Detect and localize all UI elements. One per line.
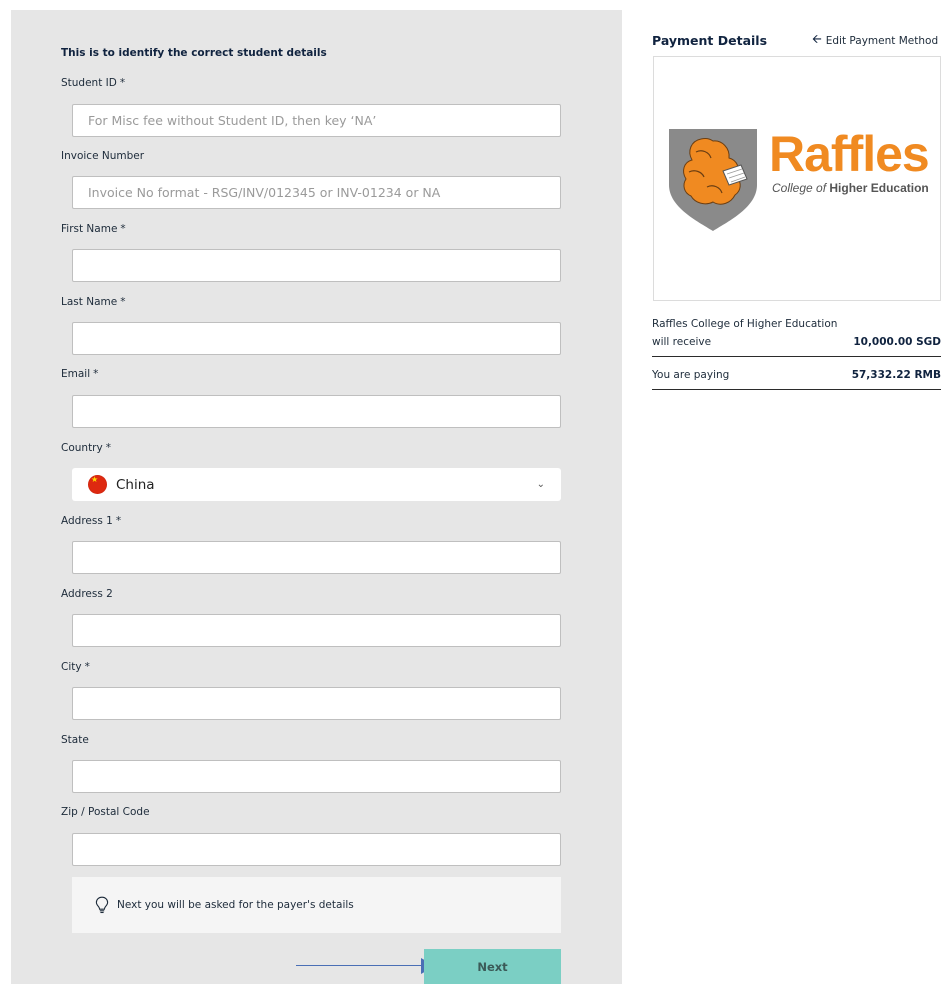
- paying-amount: 57,332.22 RMB: [851, 369, 941, 381]
- edit-payment-method-label: Edit Payment Method: [825, 34, 939, 47]
- raffles-subtitle: College of Higher Education: [772, 181, 929, 195]
- next-button[interactable]: Next: [424, 949, 561, 984]
- email-input[interactable]: [72, 395, 561, 428]
- lightbulb-icon: [95, 896, 109, 914]
- invoice-number-label: Invoice Number: [61, 150, 145, 162]
- paying-row: You are paying 57,332.22 RMB: [652, 369, 941, 389]
- china-flag-icon: ★: [88, 475, 107, 494]
- last-name-label: Last Name *: [61, 296, 126, 308]
- student-id-input[interactable]: [72, 104, 561, 137]
- shield-lion-icon: [669, 129, 757, 231]
- invoice-number-input[interactable]: [72, 176, 561, 209]
- email-label: Email *: [61, 368, 99, 380]
- raffles-wordmark: Raffles: [769, 126, 930, 182]
- edit-payment-method-link[interactable]: 🡨 Edit Payment Method: [812, 30, 938, 51]
- chevron-down-icon: ⌄: [536, 479, 545, 490]
- zip-input[interactable]: [72, 833, 561, 866]
- hint-box: Next you will be asked for the payer's d…: [72, 877, 561, 933]
- country-select[interactable]: ★ China ⌄: [72, 468, 561, 501]
- payment-details-title: Payment Details: [652, 33, 768, 48]
- divider: [652, 389, 941, 390]
- pointer-arrow-line: [296, 965, 426, 966]
- divider: [652, 356, 941, 357]
- arrow-left-icon: 🡨: [812, 32, 822, 46]
- last-name-input[interactable]: [72, 322, 561, 355]
- country-value: China: [116, 476, 155, 493]
- state-label: State: [61, 734, 89, 746]
- receive-label: will receive: [652, 336, 712, 348]
- zip-label: Zip / Postal Code: [61, 806, 150, 818]
- address2-input[interactable]: [72, 614, 561, 647]
- form-heading: This is to identify the correct student …: [61, 47, 327, 59]
- state-input[interactable]: [72, 760, 561, 793]
- school-logo: Raffles College of Higher Education: [653, 56, 941, 301]
- first-name-input[interactable]: [72, 249, 561, 282]
- receive-amount: 10,000.00 SGD: [853, 336, 941, 348]
- recipient-name: Raffles College of Higher Education: [652, 318, 838, 330]
- country-label: Country *: [61, 442, 111, 454]
- address1-input[interactable]: [72, 541, 561, 574]
- student-id-label: Student ID *: [61, 77, 126, 89]
- receive-row: will receive 10,000.00 SGD: [652, 336, 941, 356]
- city-input[interactable]: [72, 687, 561, 720]
- address2-label: Address 2: [61, 588, 113, 600]
- paying-label: You are paying: [652, 369, 730, 381]
- city-label: City *: [61, 661, 90, 673]
- address1-label: Address 1 *: [61, 515, 122, 527]
- first-name-label: First Name *: [61, 223, 126, 235]
- hint-text: Next you will be asked for the payer's d…: [117, 899, 354, 911]
